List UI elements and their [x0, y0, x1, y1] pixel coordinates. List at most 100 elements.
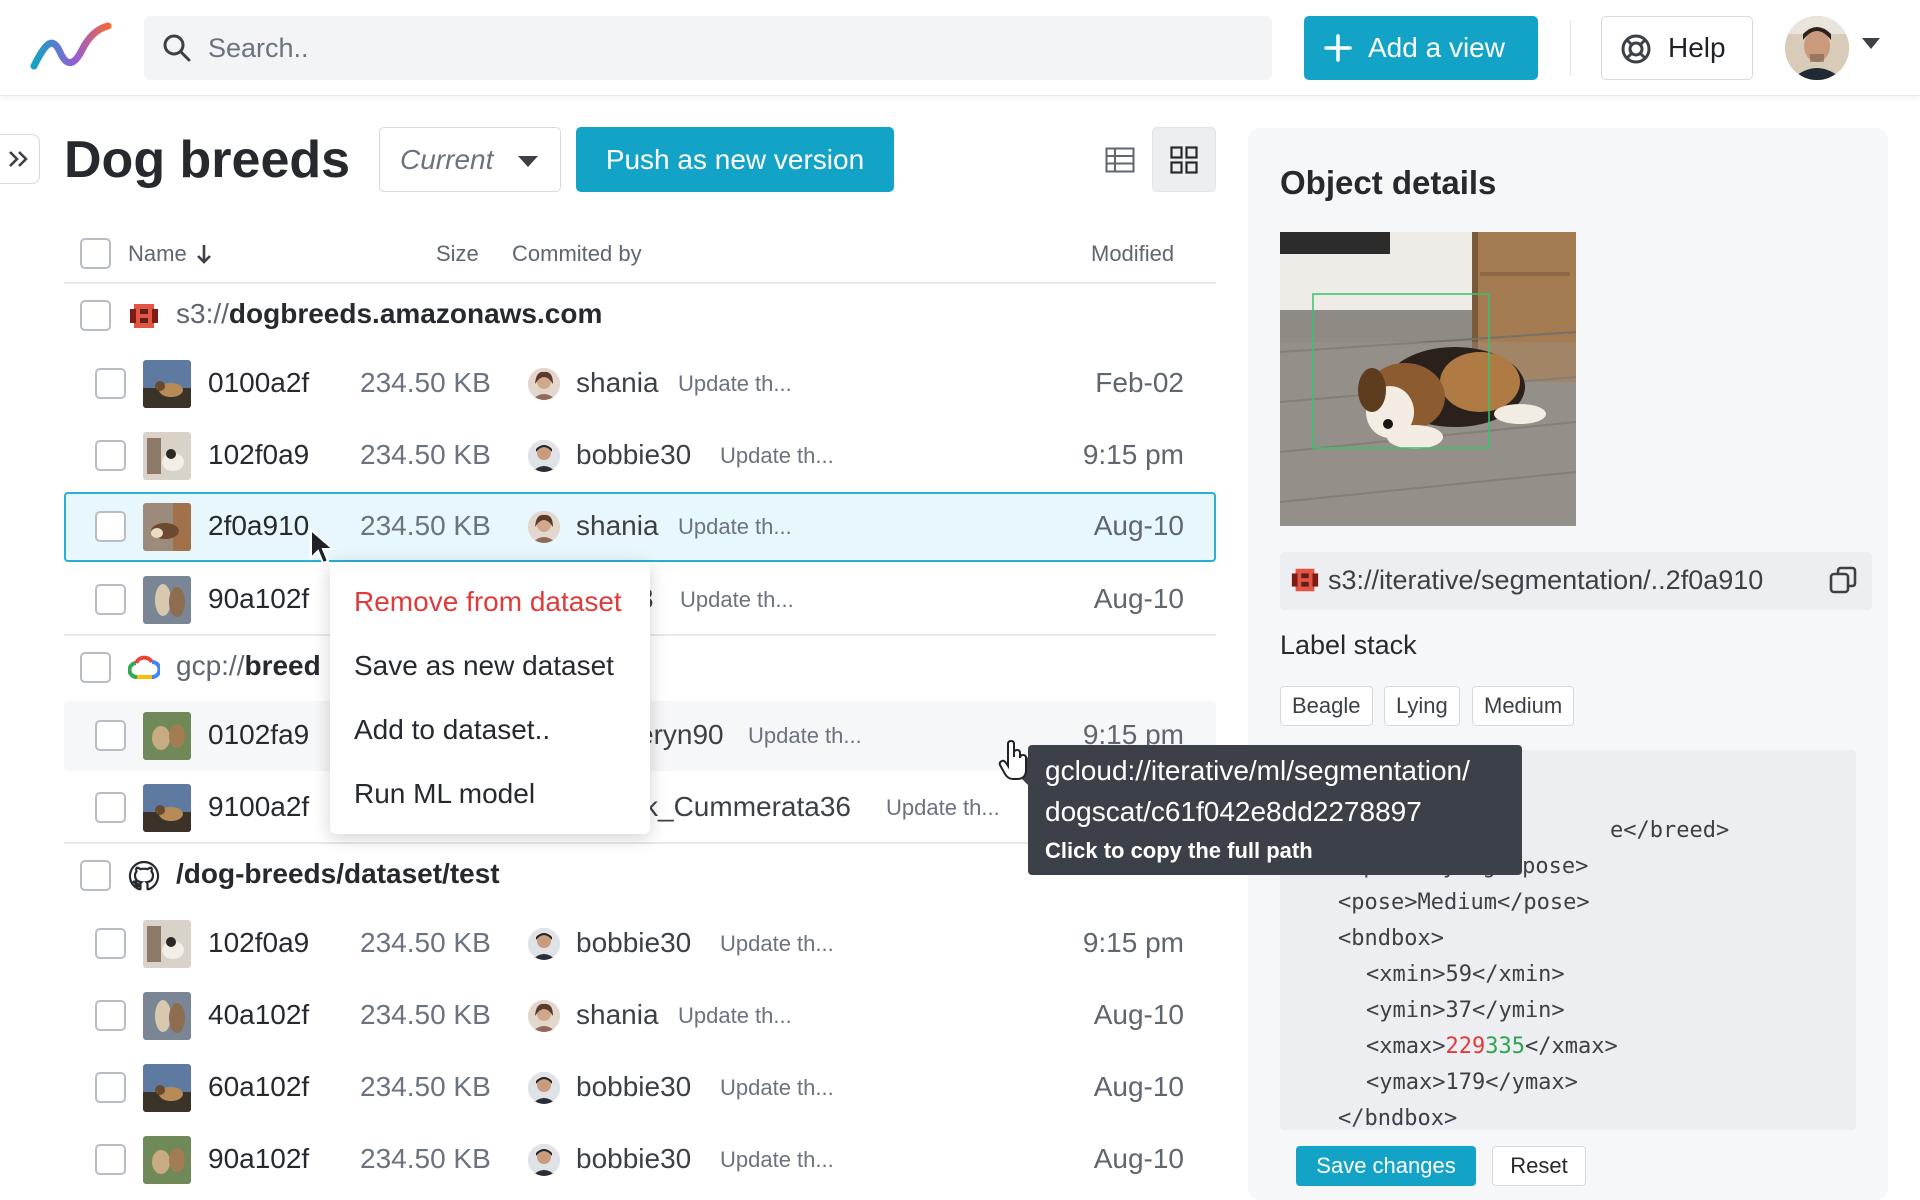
code-line: <ymax>179</ymax>: [1366, 1070, 1578, 1095]
table-row[interactable]: 90a102f 234.50 KB bobbie30 Update th... …: [64, 1125, 1216, 1195]
user-avatar: [528, 1144, 560, 1176]
object-preview-image[interactable]: [1280, 232, 1576, 526]
thumbnail-image: [143, 576, 191, 624]
row-checkbox[interactable]: [80, 860, 111, 891]
object-path-field[interactable]: s3://iterative/segmentation/..2f0a910: [1280, 552, 1872, 610]
file-name: 2f0a910: [208, 510, 310, 541]
user-name: shania: [576, 510, 659, 541]
user-name: bobbie30: [576, 439, 692, 470]
table-row[interactable]: 40a102f 234.50 KB shania Update th... Au…: [64, 981, 1216, 1051]
expand-sidebar-button[interactable]: [0, 134, 40, 184]
row-checkbox[interactable]: [80, 652, 111, 683]
file-name: 102f0a9: [208, 439, 310, 470]
row-checkbox[interactable]: [95, 720, 126, 751]
row-checkbox[interactable]: [95, 928, 126, 959]
tooltip-path-line-1: gcloud://iterative/ml/segmentation/: [1045, 755, 1470, 786]
plus-icon: [1324, 34, 1352, 62]
row-checkbox[interactable]: [95, 1144, 126, 1175]
row-checkbox[interactable]: [95, 368, 126, 399]
user-avatar[interactable]: [1785, 16, 1849, 80]
row-checkbox[interactable]: [95, 1000, 126, 1031]
page-title: Dog breeds: [64, 131, 351, 189]
search-input[interactable]: [208, 16, 1248, 80]
user-name: shania: [576, 999, 659, 1030]
add-view-button[interactable]: Add a view: [1304, 16, 1538, 80]
code-line: <xmin>59</xmin>: [1366, 962, 1565, 987]
commit-message: Update th...: [720, 1075, 834, 1100]
table-row[interactable]: 102f0a9 234.50 KB bobbie30 Update th... …: [64, 909, 1216, 979]
github-icon: [128, 860, 160, 891]
tooltip-path-line-2: dogscat/c61f042e8dd2278897: [1045, 796, 1422, 827]
help-label: Help: [1668, 32, 1726, 63]
row-checkbox[interactable]: [95, 440, 126, 471]
table-row[interactable]: 0100a2f 234.50 KB shania Update th... Fe…: [64, 349, 1216, 419]
column-header-size[interactable]: Size: [436, 236, 479, 272]
row-checkbox[interactable]: [80, 300, 111, 331]
label-tag[interactable]: Lying: [1384, 686, 1460, 726]
user-name: bobbie30: [576, 927, 692, 958]
search-bar[interactable]: [144, 16, 1272, 80]
file-name: 9100a2f: [208, 791, 310, 822]
details-title: Object details: [1280, 164, 1497, 201]
row-checkbox[interactable]: [95, 511, 126, 542]
grid-view-button[interactable]: [1152, 127, 1216, 192]
version-select-value: Current: [400, 143, 494, 175]
table-view-button[interactable]: [1092, 130, 1148, 190]
thumbnail-image: [143, 712, 191, 760]
grid-view-icon: [1170, 145, 1198, 174]
menu-item-remove-from-dataset[interactable]: Remove from dataset: [354, 586, 622, 618]
object-path-text: s3://iterative/segmentation/..2f0a910: [1328, 565, 1764, 595]
commit-message: Update th...: [678, 1003, 792, 1028]
menu-item-save-as-new-dataset[interactable]: Save as new dataset: [354, 650, 614, 682]
file-name: 40a102f: [208, 999, 310, 1030]
help-button[interactable]: Help: [1601, 16, 1753, 80]
row-checkbox[interactable]: [95, 1072, 126, 1103]
header-divider: [1570, 20, 1571, 76]
user-name: bobbie30: [576, 1071, 692, 1102]
select-all-checkbox[interactable]: [80, 238, 111, 269]
row-checkbox[interactable]: [95, 792, 126, 823]
menu-item-run-ml-model[interactable]: Run ML model: [354, 778, 535, 810]
path-tooltip[interactable]: gcloud://iterative/ml/segmentation/ dogs…: [1014, 745, 1522, 875]
file-size: 234.50 KB: [360, 367, 491, 398]
row-checkbox[interactable]: [95, 584, 126, 615]
menu-item-add-to-dataset[interactable]: Add to dataset..: [354, 714, 550, 746]
user-avatar: [528, 511, 560, 543]
commit-message: Update th...: [748, 723, 862, 748]
label-tag[interactable]: Medium: [1472, 686, 1575, 726]
modified-date: Feb-02: [1095, 367, 1184, 398]
column-header-name[interactable]: Name: [128, 236, 213, 272]
save-changes-button[interactable]: Save changes: [1296, 1146, 1476, 1186]
modified-date: Aug-10: [1093, 583, 1184, 614]
code-line: <ymin>37</ymin>: [1366, 998, 1565, 1023]
push-version-button[interactable]: Push as new version: [576, 127, 894, 192]
file-name: 102f0a9: [208, 927, 310, 958]
aws-s3-icon: [1291, 568, 1319, 592]
column-header-modified[interactable]: Modified: [1091, 236, 1174, 272]
modified-date: Aug-10: [1093, 1071, 1184, 1102]
version-select[interactable]: Current: [379, 127, 561, 192]
thumbnail-image: [143, 992, 191, 1040]
group-label: /dog-breeds/dataset/test: [176, 858, 500, 889]
group-row-s3[interactable]: s3://dogbreeds.amazonaws.com: [64, 284, 1216, 348]
table-row[interactable]: 60a102f 234.50 KB bobbie30 Update th... …: [64, 1053, 1216, 1123]
commit-message: Update th...: [720, 1147, 834, 1172]
thumbnail-image: [143, 1136, 191, 1184]
commit-message: Update th...: [678, 514, 792, 539]
thumbnail-image: [143, 432, 191, 480]
reset-button[interactable]: Reset: [1492, 1146, 1586, 1186]
modified-date: Aug-10: [1093, 999, 1184, 1030]
column-name-label: Name: [128, 241, 187, 266]
wave-logo-icon[interactable]: [30, 22, 112, 72]
label-tag[interactable]: Beagle: [1280, 686, 1373, 726]
file-name: 90a102f: [208, 1143, 310, 1174]
copy-icon[interactable]: [1828, 565, 1858, 595]
account-dropdown-icon[interactable]: [1862, 38, 1880, 49]
file-name: 0100a2f: [208, 367, 310, 398]
table-row[interactable]: 102f0a9 234.50 KB bobbie30 Update th... …: [64, 421, 1216, 491]
group-label: gcp://breed: [176, 650, 321, 681]
file-size: 234.50 KB: [360, 439, 491, 470]
table-row-selected[interactable]: 2f0a910 234.50 KB shania Update th... Au…: [64, 492, 1216, 562]
column-header-committed-by[interactable]: Commited by: [512, 236, 642, 272]
group-label: s3://dogbreeds.amazonaws.com: [176, 298, 603, 329]
